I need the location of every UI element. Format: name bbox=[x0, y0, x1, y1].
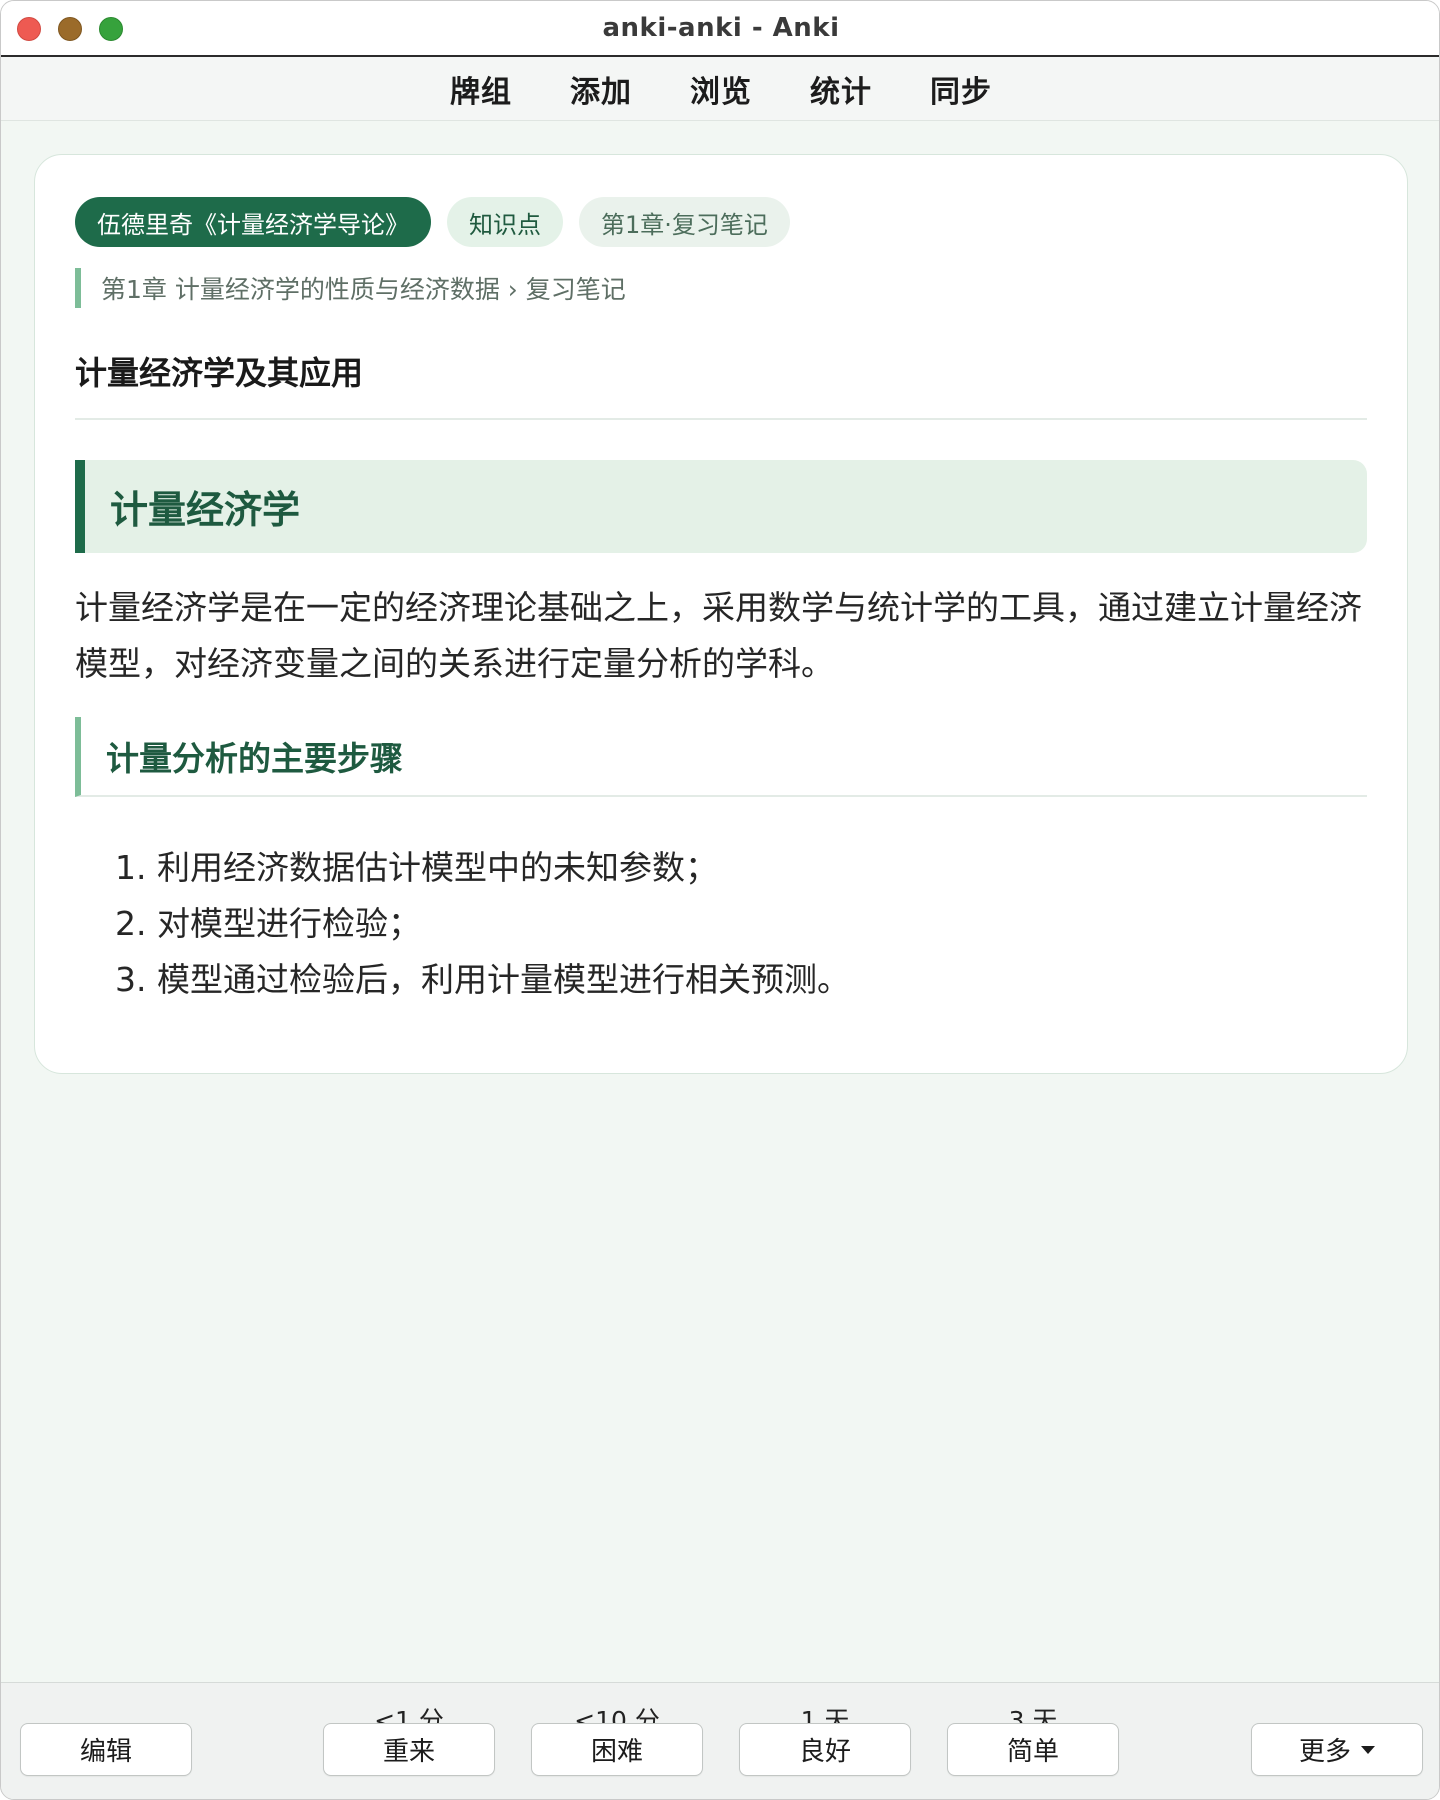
hard-button-label: 困难 bbox=[590, 1737, 643, 1767]
menu-stats[interactable]: 统计 bbox=[781, 67, 901, 111]
top-menu: 牌组 添加 浏览 统计 同步 bbox=[1, 57, 1439, 121]
tag-chips: 伍德里奇《计量经济学导论》 知识点 第1章·复习笔记 bbox=[75, 197, 790, 247]
title-bar: anki-anki - Anki bbox=[1, 1, 1439, 57]
easy-button-label: 简单 bbox=[1006, 1737, 1059, 1767]
zoom-window-button[interactable] bbox=[99, 17, 123, 41]
chip-chapter: 第1章·复习笔记 bbox=[579, 197, 790, 247]
menu-browse[interactable]: 浏览 bbox=[661, 67, 781, 111]
steps-list: 1. 利用经济数据估计模型中的未知参数； 2. 对模型进行检验； 3. 模型通过… bbox=[115, 840, 1335, 1008]
answer-bar: 编辑 <1 分 重来 <10 分 困难 1 天 良好 3 天 简单 更多 bbox=[1, 1682, 1439, 1799]
list-item: 2. 对模型进行检验； bbox=[115, 904, 421, 943]
more-button-label: 更多 bbox=[1298, 1737, 1351, 1767]
breadcrumb: 第1章 计量经济学的性质与经济数据 › 复习笔记 bbox=[75, 268, 626, 308]
divider bbox=[75, 418, 1367, 420]
edit-button[interactable]: 编辑 bbox=[20, 1723, 192, 1776]
breadcrumb-text: 第1章 计量经济学的性质与经济数据 › 复习笔记 bbox=[101, 275, 626, 304]
review-card: 伍德里奇《计量经济学导论》 知识点 第1章·复习笔记 第1章 计量经济学的性质与… bbox=[34, 154, 1408, 1074]
again-button-label: 重来 bbox=[382, 1737, 435, 1767]
minimize-window-button[interactable] bbox=[58, 17, 82, 41]
menu-add[interactable]: 添加 bbox=[541, 67, 661, 111]
window-controls bbox=[17, 17, 123, 41]
edit-button-label: 编辑 bbox=[79, 1737, 132, 1767]
more-button[interactable]: 更多 bbox=[1251, 1723, 1423, 1776]
list-item: 1. 利用经济数据估计模型中的未知参数； bbox=[115, 848, 718, 887]
section-heading-main: 计量经济学 bbox=[75, 460, 1367, 553]
window-title: anki-anki - Anki bbox=[602, 13, 840, 43]
close-window-button[interactable] bbox=[17, 17, 41, 41]
chip-book: 伍德里奇《计量经济学导论》 bbox=[75, 197, 431, 247]
hard-button[interactable]: 困难 bbox=[531, 1723, 703, 1776]
section-heading-steps: 计量分析的主要步骤 bbox=[75, 717, 1367, 797]
section-subheading-text: 计量分析的主要步骤 bbox=[106, 739, 403, 778]
easy-button[interactable]: 简单 bbox=[947, 1723, 1119, 1776]
anki-window: anki-anki - Anki 牌组 添加 浏览 统计 同步 伍德里奇《计量经… bbox=[0, 0, 1440, 1800]
again-button[interactable]: 重来 bbox=[323, 1723, 495, 1776]
definition-paragraph: 计量经济学是在一定的经济理论基础之上，采用数学与统计学的工具，通过建立计量经济模… bbox=[75, 588, 1362, 683]
chevron-down-icon bbox=[1361, 1745, 1375, 1754]
chip-type: 知识点 bbox=[447, 197, 563, 247]
menu-decks[interactable]: 牌组 bbox=[421, 67, 541, 111]
section-heading-text: 计量经济学 bbox=[110, 488, 301, 532]
menu-sync[interactable]: 同步 bbox=[901, 67, 1021, 111]
card-title: 计量经济学及其应用 bbox=[75, 354, 364, 392]
good-button[interactable]: 良好 bbox=[739, 1723, 911, 1776]
good-button-label: 良好 bbox=[798, 1737, 851, 1767]
list-item: 3. 模型通过检验后，利用计量模型进行相关预测。 bbox=[115, 960, 850, 999]
